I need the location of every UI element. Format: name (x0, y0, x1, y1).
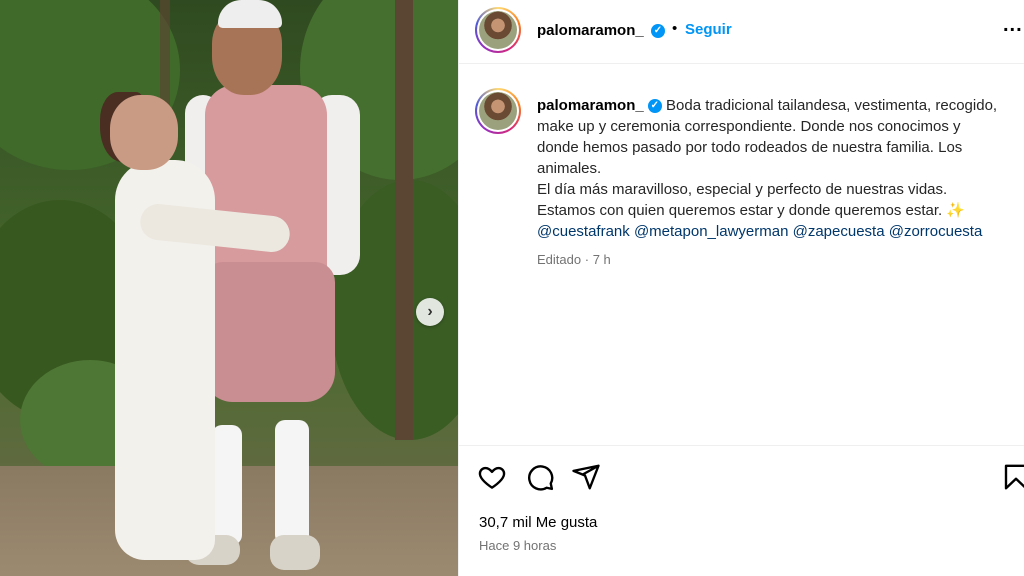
post-caption: palomaramon_ ✓ Boda tradicional tailande… (537, 95, 1024, 242)
tree-trunk (160, 0, 170, 110)
like-button[interactable] (477, 462, 507, 492)
verified-badge: ✓ (651, 22, 665, 40)
post-photo[interactable]: › (0, 0, 458, 576)
carousel-next-button[interactable]: › (416, 298, 444, 326)
heart-icon (478, 466, 506, 489)
more-icon[interactable]: ... (1003, 14, 1023, 37)
man-cap (218, 0, 282, 28)
post-actions: 30,7 mil Me gusta Hace 9 horas (459, 445, 1024, 576)
separator-dot: • (672, 20, 678, 37)
post-side-panel: palomaramon_ ✓ • Seguir ... palomaramon_… (458, 0, 1024, 576)
tree-trunk (395, 0, 413, 440)
caption-text: Estamos con quien queremos estar y donde… (537, 202, 943, 219)
verified-icon: ✓ (647, 99, 662, 114)
caption-text: animales. (537, 160, 602, 177)
likes-count[interactable]: 30,7 mil Me gusta (479, 514, 597, 531)
mention-link[interactable]: @zapecuesta (793, 223, 885, 240)
follow-button[interactable]: Seguir (685, 21, 732, 38)
sparkle-icon: ✨ (946, 202, 966, 219)
avatar-image (479, 92, 517, 130)
caption-line: palomaramon_ ✓ Boda tradicional tailande… (537, 95, 1024, 116)
man-shorts (203, 262, 335, 402)
caption-text: Boda tradicional tailandesa, vestimenta,… (666, 97, 998, 114)
verified-icon: ✓ (651, 23, 665, 38)
man-sock (212, 425, 242, 545)
man-shoe (270, 535, 320, 570)
share-icon (572, 464, 600, 490)
post-time[interactable]: Hace 9 horas (479, 538, 556, 553)
edited-separator: · (584, 252, 590, 267)
man-sock (275, 420, 309, 545)
edited-label: Editado · 7 h (537, 252, 611, 267)
mentions-line: @cuestafrank @metapon_lawyerman @zapecue… (537, 221, 1024, 242)
mention-link[interactable]: @metapon_lawyerman (634, 223, 788, 240)
comment-icon (528, 465, 554, 491)
caption-line: Estamos con quien queremos estar y donde… (537, 200, 1024, 221)
chevron-right-icon: › (427, 303, 433, 320)
post-username[interactable]: palomaramon_ (537, 22, 644, 39)
mention-link[interactable]: @cuestafrank (537, 223, 630, 240)
avatar[interactable] (475, 7, 521, 53)
save-button[interactable] (1001, 462, 1024, 492)
edited-text: Editado (537, 252, 582, 267)
caption-username[interactable]: palomaramon_ (537, 97, 644, 114)
caption-text: El día más maravilloso, especial y perfe… (537, 181, 948, 198)
caption-text: donde hemos pasado por todo rodeados de … (537, 139, 963, 156)
edited-time[interactable]: 7 h (593, 252, 611, 267)
woman-head (110, 95, 178, 170)
bookmark-icon (1004, 464, 1024, 490)
caption-text: make up y ceremonia correspondiente. Don… (537, 118, 961, 135)
comment-button[interactable] (525, 462, 555, 492)
post-header: palomaramon_ ✓ • Seguir ... (459, 0, 1024, 64)
avatar-image (479, 11, 517, 49)
mention-link[interactable]: @zorrocuesta (889, 223, 983, 240)
caption-avatar[interactable] (475, 88, 521, 134)
share-button[interactable] (571, 462, 601, 492)
